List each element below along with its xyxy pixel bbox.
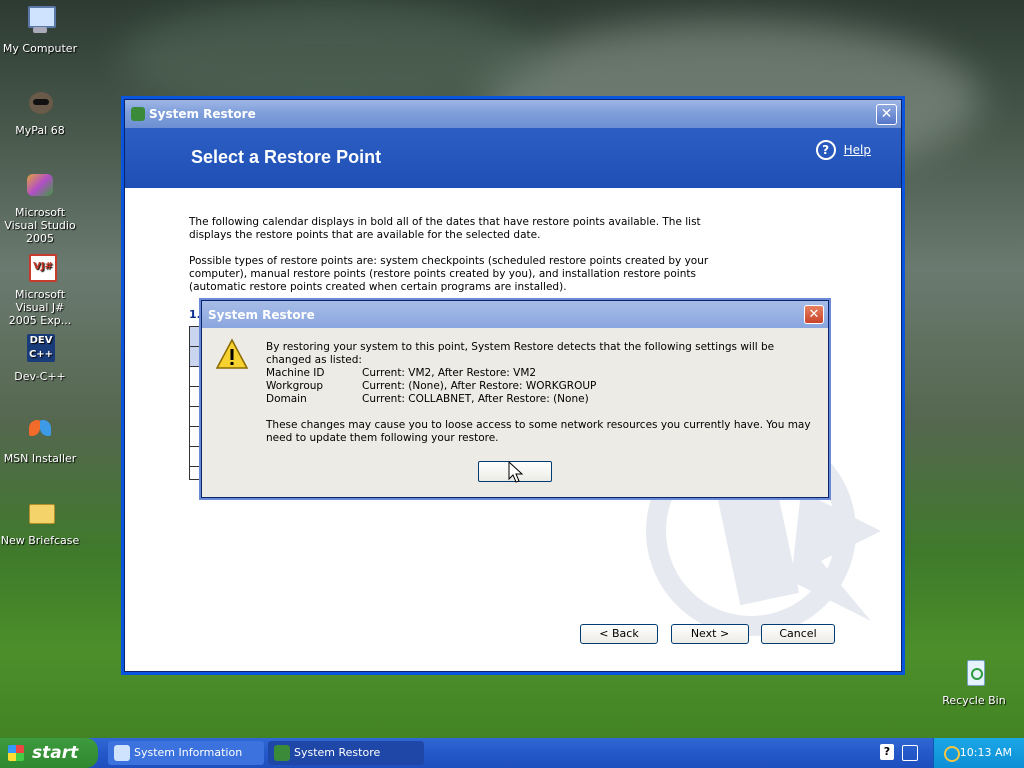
- desktop-icon-recycle-bin[interactable]: Recycle Bin: [934, 656, 1014, 707]
- restore-types-text: Possible types of restore points are: sy…: [189, 255, 709, 293]
- desktop-icon-label: Microsoft Visual J# 2005 Exp...: [8, 288, 72, 327]
- taskbar-item-label: System Restore: [294, 746, 381, 759]
- help-center-icon: [114, 745, 130, 761]
- mouse-cursor-icon: [508, 461, 524, 483]
- devcpp-icon: DEV C++: [27, 334, 55, 362]
- taskbar: start System Information System Restore …: [0, 738, 1024, 768]
- desktop-icon-briefcase[interactable]: New Briefcase: [0, 496, 80, 547]
- back-button[interactable]: < Back: [580, 624, 658, 644]
- desktop-icon-visual-studio[interactable]: Microsoft Visual Studio 2005: [0, 168, 80, 245]
- desktop-icon-label: Recycle Bin: [942, 694, 1006, 707]
- setting-row-machine-id: Machine ID Current: VM2, After Restore: V…: [266, 367, 536, 380]
- taskbar-item-system-information[interactable]: System Information: [108, 741, 264, 765]
- jsharp-icon: VJ#: [23, 250, 57, 284]
- setting-value: Current: VM2, After Restore: VM2: [362, 367, 537, 379]
- next-button[interactable]: Next >: [671, 624, 749, 644]
- dialog-title-bar[interactable]: System Restore ✕: [202, 301, 828, 328]
- computer-icon: [23, 4, 57, 38]
- clock[interactable]: 10:13 AM: [960, 746, 1012, 759]
- taskbar-item-system-restore[interactable]: System Restore: [268, 741, 424, 765]
- desktop-icon-msn-installer[interactable]: MSN Installer: [0, 414, 80, 465]
- setting-value: Current: COLLABNET, After Restore: (None…: [362, 393, 589, 405]
- setting-value: Current: (None), After Restore: WORKGROU…: [362, 380, 597, 392]
- close-icon[interactable]: ✕: [876, 104, 897, 125]
- desktop-icon-label: Dev-C++: [14, 370, 66, 383]
- restore-confirmation-dialog: System Restore ✕ By restoring your syste…: [201, 300, 829, 498]
- raccoon-icon: [23, 86, 57, 120]
- setting-key: Machine ID: [266, 367, 325, 379]
- system-restore-icon: [131, 107, 145, 121]
- setting-key: Workgroup: [266, 380, 324, 392]
- desktop-icon-label: MSN Installer: [3, 452, 77, 465]
- desktop-icon-label: My Computer: [2, 42, 78, 55]
- help-link[interactable]: ? Help: [815, 140, 871, 160]
- desktop-icon-label: New Briefcase: [0, 534, 80, 547]
- windows-flag-icon: [8, 745, 24, 761]
- briefcase-icon: [23, 496, 57, 530]
- dialog-title: System Restore: [208, 308, 315, 322]
- help-icon[interactable]: ?: [880, 744, 894, 760]
- step-number: 1.: [189, 308, 201, 321]
- desktop-icon-label: Microsoft Visual Studio 2005: [4, 206, 76, 245]
- intro-text: The following calendar displays in bold …: [189, 216, 701, 241]
- header-band: Select a Restore Point ? Help: [125, 128, 901, 188]
- desktop-icon-label: MyPal 68: [15, 124, 65, 137]
- start-label: start: [32, 743, 79, 763]
- system-restore-icon: [274, 745, 290, 761]
- taskbar-item-label: System Information: [134, 746, 243, 759]
- window-title-bar[interactable]: System Restore ✕: [125, 100, 901, 128]
- desktop-icon-devcpp[interactable]: DEV C++ Dev-C++: [0, 332, 80, 383]
- warning-icon: [216, 338, 248, 369]
- setting-row-domain: Domain Current: COLLABNET, After Restore:…: [266, 393, 589, 406]
- desktop-icon-visual-jsharp[interactable]: VJ# Microsoft Visual J# 2005 Exp...: [0, 250, 80, 327]
- desktop-icon-my-computer[interactable]: My Computer: [0, 4, 80, 55]
- desktop-icon-mypal[interactable]: MyPal 68: [0, 86, 80, 137]
- recycle-bin-icon: [957, 656, 991, 690]
- visual-studio-icon: [23, 168, 57, 202]
- system-tray: 10:13 AM: [933, 738, 1024, 768]
- setting-row-workgroup: Workgroup Current: (None), After Restore:…: [266, 380, 596, 393]
- dialog-message: By restoring your system to this point, …: [266, 341, 775, 366]
- setting-key: Domain: [266, 393, 307, 405]
- network-icon[interactable]: [902, 745, 918, 761]
- close-icon[interactable]: ✕: [804, 305, 824, 324]
- help-label: Help: [843, 143, 871, 157]
- start-button[interactable]: start: [0, 738, 98, 768]
- window-title: System Restore: [149, 107, 256, 121]
- dialog-warning-footer: These changes may cause you to loose acc…: [266, 419, 811, 444]
- cancel-button[interactable]: Cancel: [761, 624, 835, 644]
- msn-butterfly-icon: [23, 414, 57, 448]
- help-icon: ?: [815, 140, 836, 160]
- search-icon[interactable]: [944, 746, 960, 762]
- page-title: Select a Restore Point: [191, 147, 382, 167]
